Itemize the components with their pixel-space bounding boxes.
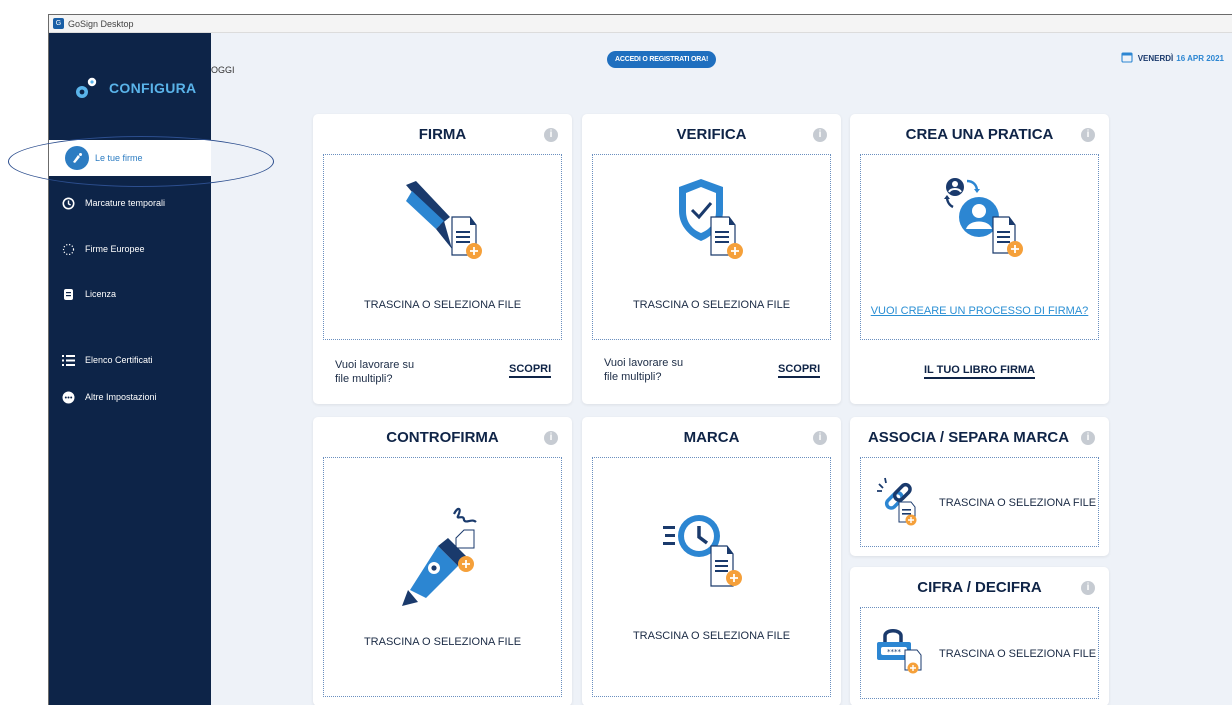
card-controfirma: CONTROFIRMA i TRASCINA O SELEZIONA FILE — [313, 417, 572, 705]
multifile-question-line1: Vuoi lavorare su — [335, 359, 415, 371]
shield-check-icon — [671, 175, 757, 266]
drop-zone-label: TRASCINA O SELEZIONA FILE — [939, 648, 1097, 660]
scopri-link[interactable]: SCOPRI — [778, 363, 821, 378]
multifile-question-line2: file multipli? — [604, 371, 662, 383]
multifile-question-line2: file multipli? — [335, 373, 393, 385]
card-marca: MARCA i TRASCINA O SELEZIONA FILE — [582, 417, 841, 705]
controfirma-drop-zone[interactable]: TRASCINA O SELEZIONA FILE — [323, 457, 562, 697]
create-signature-process-link[interactable]: VUOI CREARE UN PROCESSO DI FIRMA? — [861, 305, 1098, 317]
clock-icon — [61, 196, 75, 210]
gear-icon — [73, 75, 99, 101]
list-icon — [61, 353, 75, 367]
sidebar-item-marcature-temporali[interactable]: Marcature temporali — [49, 185, 211, 221]
window-title: GoSign Desktop — [68, 18, 134, 29]
calendar-icon — [1121, 51, 1133, 65]
info-icon[interactable]: i — [544, 128, 558, 142]
sidebar-item-label: Marcature temporali — [85, 198, 166, 208]
screen: G GoSign Desktop CONFIGURA Le tue firme — [0, 0, 1232, 705]
sidebar-item-label: Altre Impostazioni — [85, 392, 157, 402]
sign-pen-icon — [396, 177, 486, 266]
multifile-question-line1: Vuoi lavorare su — [604, 357, 684, 369]
sidebar-item-label: Licenza — [85, 289, 117, 299]
info-icon[interactable]: i — [813, 431, 827, 445]
more-icon — [61, 390, 75, 404]
sidebar-item-label: Elenco Certificati — [85, 355, 153, 365]
info-icon[interactable]: i — [544, 431, 558, 445]
eu-stars-icon — [61, 242, 75, 256]
sidebar-item-altre-impostazioni[interactable]: Altre Impostazioni — [49, 379, 211, 415]
sidebar-brand-title: CONFIGURA — [109, 80, 197, 96]
oggi-text: OGGI — [211, 65, 235, 75]
info-icon[interactable]: i — [1081, 128, 1095, 142]
card-verifica: VERIFICA i TRASCINA O SELEZIONA FILE Vuo… — [582, 114, 841, 404]
card-title: ASSOCIA / SEPARA MARCA — [867, 429, 1070, 446]
info-icon[interactable]: i — [813, 128, 827, 142]
sidebar-brand: CONFIGURA — [73, 75, 196, 101]
libro-firma-link[interactable]: IL TUO LIBRO FIRMA — [850, 364, 1109, 379]
card-title: CREA UNA PRATICA — [905, 126, 1054, 143]
timestamp-clock-icon — [663, 506, 753, 595]
title-bar: G GoSign Desktop — [49, 15, 1232, 33]
date-value: 16 APR 2021 — [1176, 53, 1224, 63]
sidebar-item-elenco-certificati[interactable]: Elenco Certificati — [49, 342, 211, 378]
marca-drop-zone[interactable]: TRASCINA O SELEZIONA FILE — [592, 457, 831, 697]
sidebar-item-label: Firme Europee — [85, 244, 145, 254]
drop-zone-label: TRASCINA O SELEZIONA FILE — [632, 630, 791, 642]
info-icon[interactable]: i — [1081, 431, 1095, 445]
multifile-question: Vuoi lavorare su file multipli? — [604, 356, 683, 384]
svg-text:****: **** — [887, 648, 902, 656]
card-title: MARCA — [683, 429, 740, 446]
sidebar: CONFIGURA Le tue firme Marcature tempora… — [49, 33, 211, 705]
date-display: VENERDÌ 16 APR 2021 — [1121, 51, 1224, 65]
multifile-question: Vuoi lavorare su file multipli? — [335, 358, 414, 386]
login-register-button[interactable]: ACCEDI O REGISTRATI ORA! — [607, 51, 717, 68]
card-associa-separa-marca: ASSOCIA / SEPARA MARCA i TRASCINA O SELE… — [850, 417, 1109, 556]
card-title: FIRMA — [418, 126, 467, 143]
verifica-drop-zone[interactable]: TRASCINA O SELEZIONA FILE — [592, 154, 831, 340]
countersign-pen-icon — [398, 502, 490, 613]
libro-firma-label: IL TUO LIBRO FIRMA — [923, 364, 1035, 379]
scopri-link[interactable]: SCOPRI — [509, 363, 552, 378]
drop-zone-label: TRASCINA O SELEZIONA FILE — [363, 299, 522, 311]
sidebar-item-licenza[interactable]: Licenza — [49, 276, 211, 312]
card-title: CIFRA / DECIFRA — [917, 579, 1042, 596]
card-crea-pratica: CREA UNA PRATICA i VUOI CREARE UN PROCES… — [850, 114, 1109, 404]
users-process-icon — [939, 173, 1027, 266]
sidebar-item-firme-europee[interactable]: Firme Europee — [49, 231, 211, 267]
info-icon[interactable]: i — [1081, 581, 1095, 595]
card-cifra-decifra: CIFRA / DECIFRA i **** TRASCINA O SELEZI… — [850, 567, 1109, 705]
card-firma: FIRMA i TRASCINA O SELEZIONA FILE Vuoi l… — [313, 114, 572, 404]
cifra-drop-zone[interactable]: **** TRASCINA O SELEZIONA FILE — [860, 607, 1099, 699]
card-title: VERIFICA — [676, 126, 747, 143]
firma-drop-zone[interactable]: TRASCINA O SELEZIONA FILE — [323, 154, 562, 340]
drop-zone-label: TRASCINA O SELEZIONA FILE — [363, 636, 522, 648]
associa-drop-zone[interactable]: TRASCINA O SELEZIONA FILE — [860, 457, 1099, 547]
date-weekday: VENERDÌ — [1137, 53, 1174, 63]
drop-zone-label: TRASCINA O SELEZIONA FILE — [632, 299, 791, 311]
lock-icon: **** — [875, 624, 923, 679]
crea-pratica-zone[interactable]: VUOI CREARE UN PROCESSO DI FIRMA? — [860, 154, 1099, 340]
license-icon — [61, 287, 75, 301]
app-window: G GoSign Desktop CONFIGURA Le tue firme — [48, 14, 1232, 705]
link-chain-icon — [875, 476, 919, 531]
highlight-annotation-ellipse — [8, 136, 274, 187]
drop-zone-label: TRASCINA O SELEZIONA FILE — [939, 497, 1097, 509]
gosign-app-icon: G — [53, 18, 64, 29]
card-title: CONTROFIRMA — [386, 429, 499, 446]
